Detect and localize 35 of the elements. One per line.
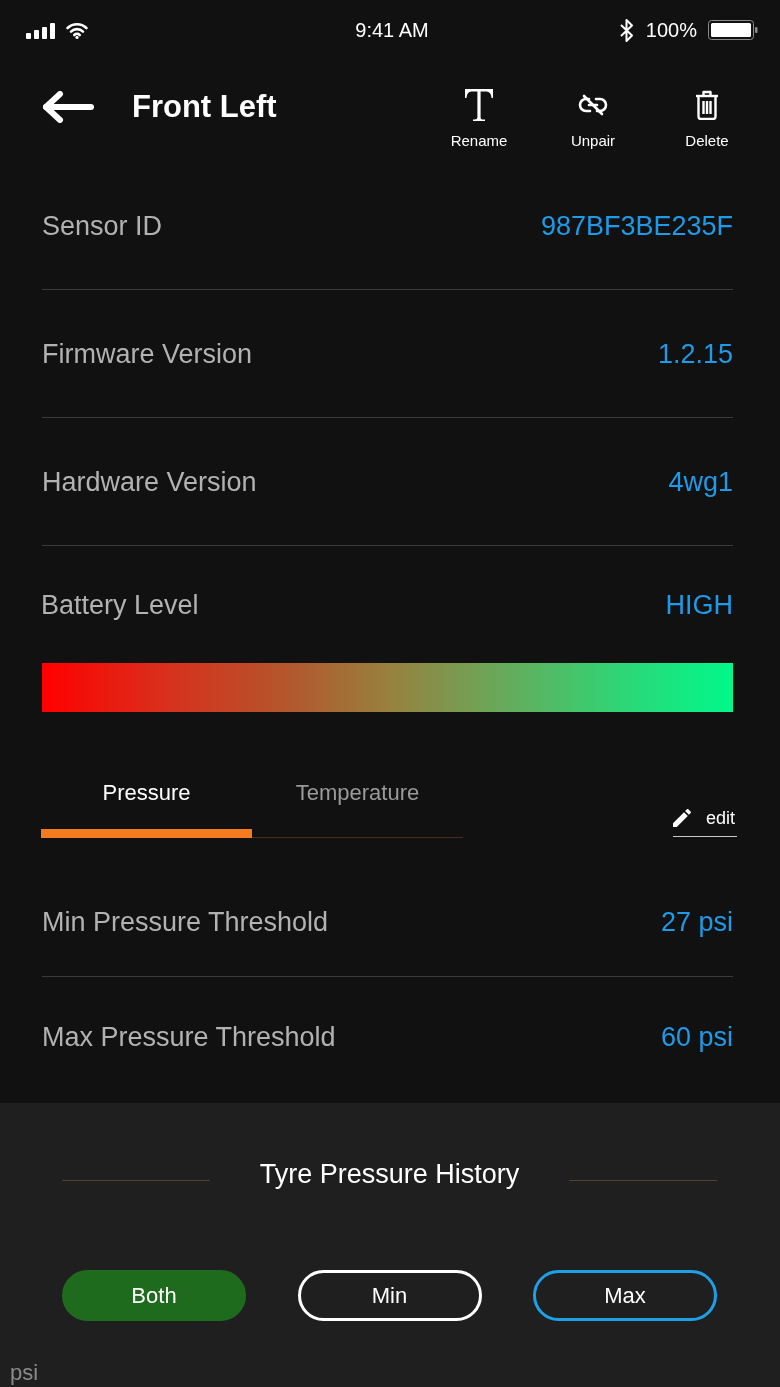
battery-icon [708,20,758,40]
info-label: Sensor ID [42,209,163,242]
threshold-label: Min Pressure Threshold [42,906,329,938]
rename-button[interactable]: Rename [434,89,524,150]
filter-button[interactable]: Max [533,1270,717,1321]
axis-unit-label: psi [10,1361,39,1385]
tab[interactable]: Pressure [41,770,252,838]
wifi-icon [66,21,88,39]
battery-label: Battery Level [41,588,199,621]
battery-value: HIGH [665,588,733,621]
unpair-button[interactable]: Unpair [548,89,638,150]
bluetooth-icon [618,17,635,43]
info-value: 987BF3BE235F [540,209,733,242]
page-title: Front Left [132,89,277,125]
info-value: 1.2.15 [657,337,733,370]
edit-link[interactable]: edit [672,807,737,837]
info-label: Hardware Version [42,465,257,498]
tab[interactable]: Temperature [252,770,463,838]
trash-icon [695,90,719,120]
info-value: 4wg1 [668,465,733,498]
broken-link-icon [578,94,608,116]
threshold-label: Max Pressure Threshold [42,1021,336,1053]
filter-button[interactable]: Min [297,1270,482,1321]
signal-icon [26,22,56,39]
status-time: 9:41 AM [355,18,429,42]
info-label: Firmware Version [42,337,253,370]
threshold-value: 27 psi [660,906,733,938]
filter-button[interactable]: Both [62,1270,246,1321]
pencil-icon [672,809,691,827]
letter-t-icon [464,88,494,122]
battery-percent: 100% [645,18,697,42]
back-button[interactable] [42,91,94,123]
threshold-value: 60 psi [660,1021,733,1053]
history-title: Tyre Pressure History [259,1158,520,1191]
delete-button[interactable]: Delete [662,89,752,150]
